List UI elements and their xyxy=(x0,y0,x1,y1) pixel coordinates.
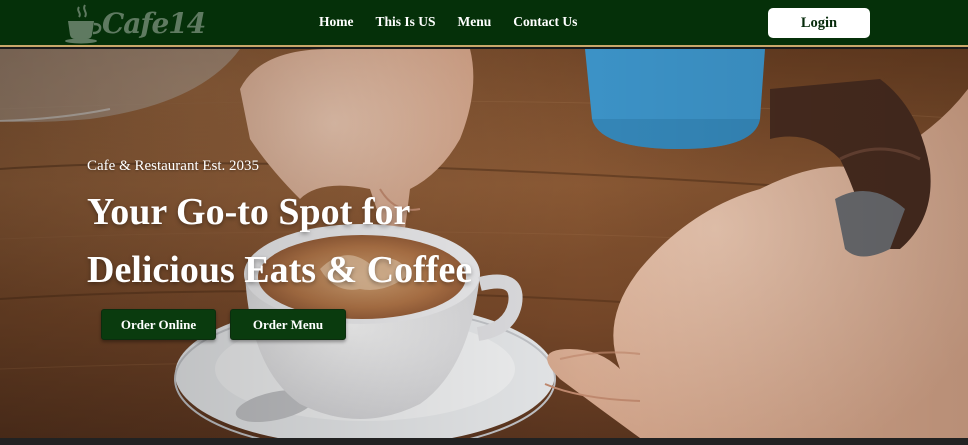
hero-section: Cafe & Restaurant Est. 2035 Your Go-to S… xyxy=(0,49,968,438)
next-section-edge xyxy=(0,438,968,445)
nav-link-home[interactable]: Home xyxy=(319,14,354,30)
brand-logo[interactable]: Cafe14 xyxy=(62,2,206,46)
order-menu-button[interactable]: Order Menu xyxy=(230,309,346,340)
hero-headline-line-2: Delicious Eats & Coffee xyxy=(87,249,473,291)
top-navbar: Cafe14 Home This Is US Menu Contact Us L… xyxy=(0,0,968,47)
nav-link-contact[interactable]: Contact Us xyxy=(513,14,577,30)
nav-link-menu[interactable]: Menu xyxy=(458,14,492,30)
coffee-cup-icon xyxy=(65,4,102,44)
hero-text: Cafe & Restaurant Est. 2035 Your Go-to S… xyxy=(87,157,472,299)
nav-link-about[interactable]: This Is US xyxy=(376,14,436,30)
hero-headline: Your Go-to Spot for Delicious Eats & Cof… xyxy=(87,183,472,299)
main-nav: Home This Is US Menu Contact Us xyxy=(319,14,599,30)
order-online-button[interactable]: Order Online xyxy=(101,309,216,340)
brand-name: Cafe14 xyxy=(102,7,206,40)
hero-cta-group: Order Online Order Menu xyxy=(101,309,346,340)
login-button[interactable]: Login xyxy=(768,8,870,38)
hero-headline-line-1: Your Go-to Spot for xyxy=(87,191,411,233)
hero-eyebrow: Cafe & Restaurant Est. 2035 xyxy=(87,158,260,174)
